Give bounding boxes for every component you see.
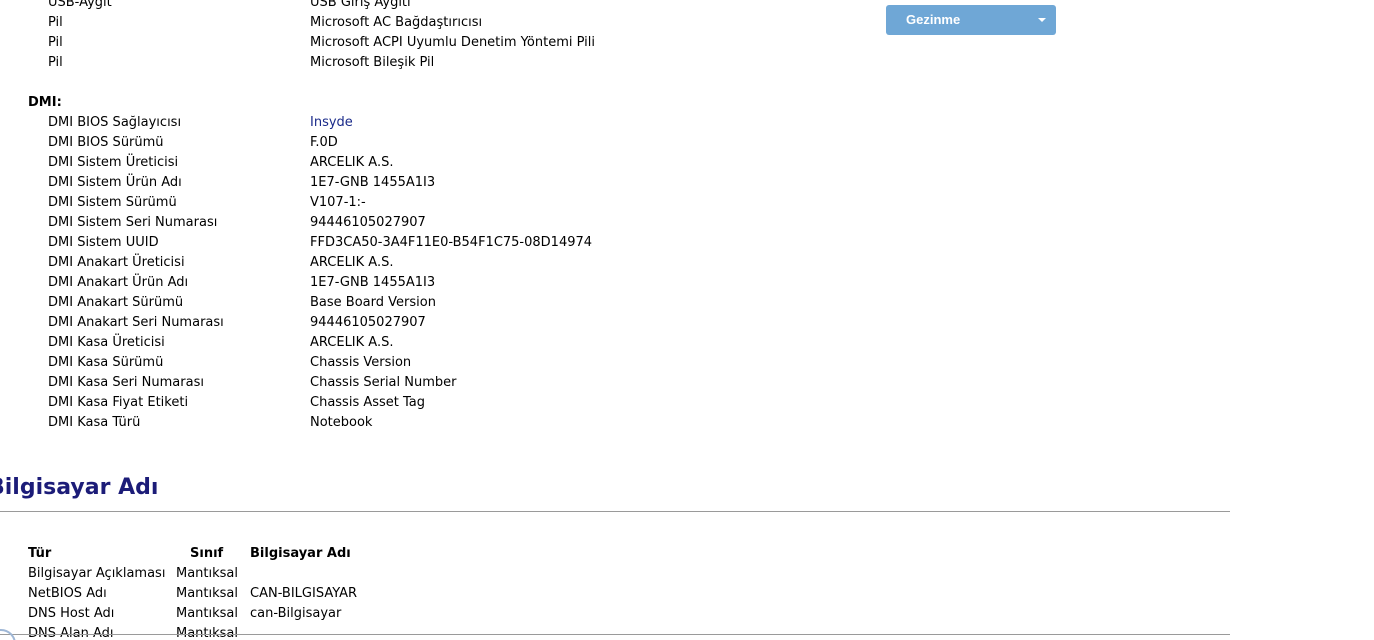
dmi-value: Chassis Version: [310, 355, 412, 370]
column-header-class: Sınıf: [190, 546, 224, 561]
section-title: Bilgisayar Adı: [0, 475, 159, 500]
dmi-key: DMI Anakart Ürün Adı: [48, 275, 189, 290]
dmi-value: Notebook: [310, 415, 373, 430]
table-cell-name: can-Bilgisayar: [250, 606, 342, 621]
dmi-value: V107-1:-: [310, 195, 366, 210]
dmi-value: 94446105027907: [310, 215, 426, 230]
table-cell-class: Mantıksal: [176, 606, 239, 621]
dmi-value: Chassis Serial Number: [310, 375, 457, 390]
dmi-key: DMI BIOS Sağlayıcısı: [48, 115, 182, 130]
table-cell-name: CAN-BILGISAYAR: [250, 586, 358, 601]
section-divider: [0, 511, 1230, 512]
table-cell-class: Mantıksal: [176, 586, 239, 601]
dmi-value: FFD3CA50-3A4F11E0-B54F1C75-08D14974: [310, 235, 593, 250]
dmi-key: DMI Sistem Ürün Adı: [48, 175, 182, 190]
dmi-key: DMI Anakart Seri Numarası: [48, 315, 224, 330]
dmi-key: DMI Kasa Fiyat Etiketi: [48, 395, 189, 410]
table-cell-class: Mantıksal: [176, 566, 239, 581]
dmi-key: DMI BIOS Sürümü: [48, 135, 164, 150]
dmi-key: DMI Sistem UUID: [48, 235, 159, 250]
dmi-header: DMI:: [28, 95, 62, 110]
device-name: Microsoft ACPI Uyumlu Denetim Yöntemi Pi…: [310, 35, 595, 50]
dmi-value: 1E7-GNB 1455A1I3: [310, 175, 436, 190]
dmi-key: DMI Kasa Üreticisi: [48, 335, 165, 350]
table-cell-type: DNS Alan Adı: [28, 626, 114, 640]
table-cell-class: Mantıksal: [176, 626, 239, 640]
dmi-value: F.0D: [310, 135, 338, 150]
dmi-key: DMI Sistem Sürümü: [48, 195, 177, 210]
navigation-dropdown-button[interactable]: Gezinme: [886, 5, 1056, 35]
dmi-value: ARCELIK A.S.: [310, 335, 394, 350]
device-type: Pil: [48, 55, 63, 70]
device-type: USB-Aygıt: [48, 0, 112, 10]
table-cell-type: DNS Host Adı: [28, 606, 115, 621]
device-type: Pil: [48, 15, 63, 30]
dmi-key: DMI Kasa Türü: [48, 415, 141, 430]
navigation-button-label: Gezinme: [906, 12, 961, 27]
dmi-value: ARCELIK A.S.: [310, 255, 394, 270]
device-type: Pil: [48, 35, 63, 50]
dmi-value: ARCELIK A.S.: [310, 155, 394, 170]
bottom-divider: [0, 634, 1230, 635]
table-cell-type: Bilgisayar Açıklaması: [28, 566, 166, 581]
dmi-key: DMI Anakart Üreticisi: [48, 255, 185, 270]
dmi-key: DMI Sistem Seri Numarası: [48, 215, 218, 230]
dmi-key: DMI Kasa Seri Numarası: [48, 375, 204, 390]
bios-vendor-link[interactable]: Insyde: [310, 113, 353, 133]
device-name: Microsoft AC Bağdaştırıcısı: [310, 15, 483, 30]
dmi-key: DMI Anakart Sürümü: [48, 295, 184, 310]
device-name: Microsoft Bileşik Pil: [310, 55, 435, 70]
dmi-value: Chassis Asset Tag: [310, 395, 426, 410]
dmi-value: 94446105027907: [310, 315, 426, 330]
dmi-value: 1E7-GNB 1455A1I3: [310, 275, 436, 290]
report-page: USB-Aygıt USB Giriş Aygıtı Pil Microsoft…: [0, 0, 1374, 640]
device-name: USB Giriş Aygıtı: [310, 0, 411, 10]
column-header-type: Tür: [28, 546, 52, 561]
caret-down-icon: [1038, 18, 1046, 22]
table-cell-type: NetBIOS Adı: [28, 586, 107, 601]
dmi-key: DMI Kasa Sürümü: [48, 355, 164, 370]
dmi-value: Base Board Version: [310, 295, 436, 310]
dmi-key: DMI Sistem Üreticisi: [48, 155, 179, 170]
column-header-computer-name: Bilgisayar Adı: [250, 546, 351, 561]
